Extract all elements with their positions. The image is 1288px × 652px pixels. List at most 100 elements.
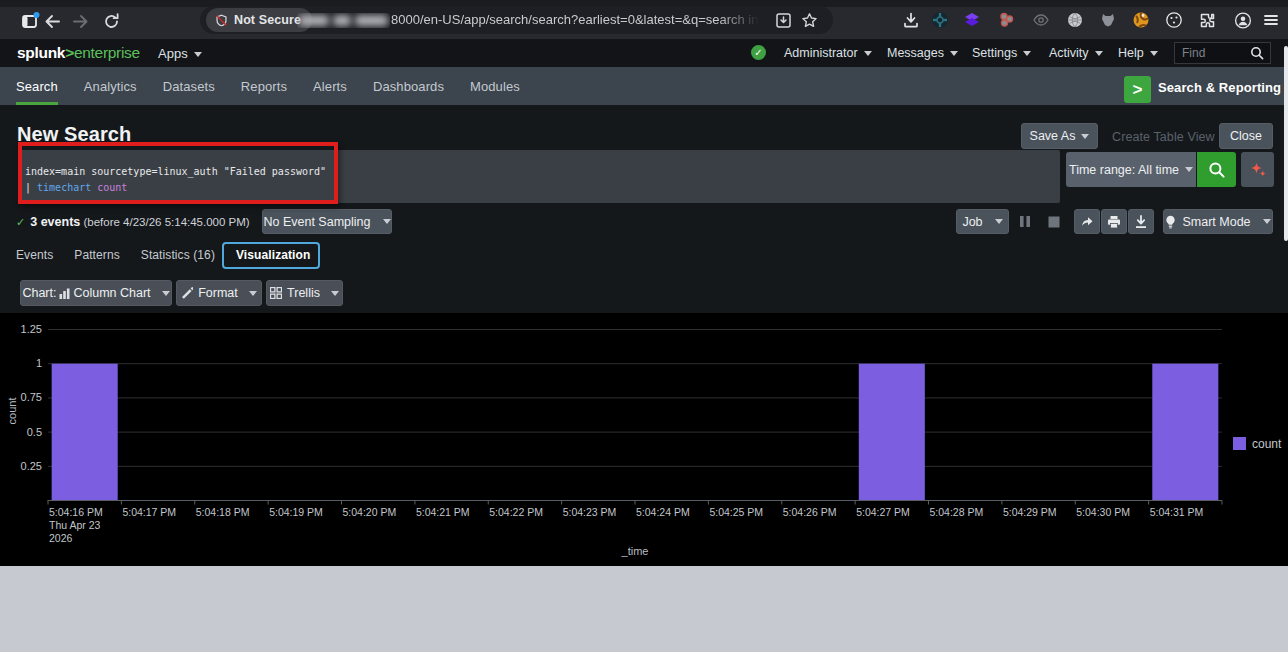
nav-item-alerts[interactable]: Alerts bbox=[313, 67, 347, 105]
topbar-menu-messages[interactable]: Messages bbox=[887, 46, 958, 60]
print-button[interactable] bbox=[1101, 209, 1127, 234]
chart-type-label: Column Chart bbox=[73, 286, 150, 300]
legend-swatch[interactable] bbox=[1233, 437, 1246, 450]
x-tick-label: 5:04:19 PM bbox=[269, 506, 323, 518]
time-range-picker[interactable]: Time range: All time bbox=[1066, 152, 1196, 187]
share-button[interactable] bbox=[1074, 209, 1100, 234]
job-menu-button[interactable]: Job bbox=[956, 209, 1009, 234]
reload-icon[interactable] bbox=[97, 7, 125, 35]
nav-item-datasets[interactable]: Datasets bbox=[163, 67, 215, 105]
topbar-menu-help[interactable]: Help bbox=[1118, 46, 1158, 60]
format-label: Format bbox=[198, 286, 238, 300]
install-icon[interactable] bbox=[773, 10, 793, 30]
events-summary: ✓3 events (before 4/23/26 5:14:45.000 PM… bbox=[16, 215, 250, 229]
extension-purple-layers-icon[interactable] bbox=[963, 11, 981, 29]
nav-item-modules[interactable]: Modules bbox=[470, 67, 520, 105]
nav-item-search[interactable]: Search bbox=[16, 67, 58, 105]
chevron-down-icon bbox=[995, 219, 1003, 224]
x-tick-label: 5:04:26 PM bbox=[783, 506, 837, 518]
lightbulb-icon bbox=[1165, 215, 1176, 229]
not-secure-label: Not Secure bbox=[234, 13, 301, 27]
extension-globe-icon[interactable] bbox=[1066, 11, 1084, 29]
create-table-view-button[interactable]: Create Table View bbox=[1112, 130, 1215, 144]
url-redacted-host bbox=[297, 13, 390, 28]
format-button[interactable]: Format bbox=[176, 280, 262, 306]
topbar-menu-settings[interactable]: Settings bbox=[972, 46, 1031, 60]
forward-icon[interactable] bbox=[66, 7, 94, 35]
extension-cookie-icon[interactable] bbox=[1165, 11, 1183, 29]
x-tick-sublabel: 2026 bbox=[49, 532, 73, 544]
save-as-button[interactable]: Save As bbox=[1021, 123, 1098, 149]
sparkle-icon bbox=[1248, 160, 1268, 180]
legend-label[interactable]: count bbox=[1252, 437, 1282, 451]
topbar-menu-administrator[interactable]: Administrator bbox=[784, 46, 872, 60]
nav-item-analytics[interactable]: Analytics bbox=[84, 67, 137, 105]
redaction-blur bbox=[333, 15, 351, 26]
menu-icon[interactable] bbox=[1262, 11, 1280, 29]
x-tick-label: 5:04:22 PM bbox=[489, 506, 543, 518]
events-detail: (before 4/23/26 5:14:45.000 PM) bbox=[83, 216, 249, 228]
chevron-down-icon bbox=[1095, 51, 1103, 56]
app-nav-bar: Search Analytics Datasets Reports Alerts Dash… bbox=[0, 67, 1288, 105]
chevron-down-icon bbox=[864, 51, 872, 56]
topbar-menu-activity[interactable]: Activity bbox=[1049, 46, 1103, 60]
scrollbar-thumb[interactable] bbox=[1284, 46, 1288, 241]
chevron-down-icon bbox=[162, 291, 170, 296]
column-chart[interactable]: 0.250.50.7511.255:04:16 PMThu Apr 232026… bbox=[0, 313, 1288, 566]
app-badge-icon[interactable]: > bbox=[1124, 76, 1151, 103]
tab-statistics-16-[interactable]: Statistics (16) bbox=[141, 248, 215, 262]
chevron-down-icon bbox=[950, 51, 958, 56]
export-button[interactable] bbox=[1128, 209, 1154, 234]
nav-item-reports[interactable]: Reports bbox=[241, 67, 287, 105]
tab-patterns[interactable]: Patterns bbox=[74, 248, 120, 262]
extension-red-dots-icon[interactable] bbox=[998, 11, 1016, 29]
bar-5:04:27 PM[interactable] bbox=[859, 364, 925, 501]
x-tick-label: 5:04:24 PM bbox=[636, 506, 690, 518]
shield-slash-icon bbox=[215, 14, 228, 27]
chart-panel: 0.250.50.7511.255:04:16 PMThu Apr 232026… bbox=[0, 313, 1288, 566]
trellis-button[interactable]: Trellis bbox=[266, 280, 343, 306]
extension-wolf-icon[interactable] bbox=[1099, 11, 1117, 29]
search-icon bbox=[1208, 161, 1226, 179]
close-button[interactable]: Close bbox=[1219, 123, 1273, 149]
search-icon[interactable] bbox=[1250, 46, 1264, 60]
printer-icon bbox=[1107, 215, 1121, 229]
extensions-puzzle-icon[interactable] bbox=[1198, 11, 1216, 29]
y-tick-label: 1 bbox=[36, 357, 42, 369]
x-tick-label: 5:04:23 PM bbox=[563, 506, 617, 518]
download-icon[interactable] bbox=[902, 11, 920, 29]
time-range-label: Time range: All time bbox=[1069, 163, 1179, 177]
ai-assistant-button[interactable] bbox=[1241, 152, 1274, 187]
nav-item-dashboards[interactable]: Dashboards bbox=[373, 67, 444, 105]
health-check-icon[interactable]: ✓ bbox=[751, 45, 766, 60]
smart-mode-button[interactable]: Smart Mode bbox=[1163, 209, 1273, 234]
app-badge-label: Search & Reporting bbox=[1158, 80, 1281, 95]
find-input[interactable]: Find bbox=[1174, 42, 1271, 64]
profile-avatar-icon[interactable] bbox=[1234, 11, 1252, 29]
extension-orange-ball-icon[interactable] bbox=[1132, 11, 1150, 29]
back-icon[interactable] bbox=[38, 7, 66, 35]
tab-events[interactable]: Events bbox=[16, 248, 53, 262]
search-submit-button[interactable] bbox=[1197, 152, 1236, 187]
browser-toolbar: Not Secure 8000/en-US/app/search/search?… bbox=[0, 0, 1288, 39]
pause-icon[interactable] bbox=[1017, 209, 1033, 234]
event-sampling-button[interactable]: No Event Sampling bbox=[262, 209, 392, 234]
extension-sphere-teal-icon[interactable] bbox=[931, 11, 949, 29]
close-label: Close bbox=[1230, 129, 1262, 143]
bar-5:04:16 PM[interactable] bbox=[52, 364, 118, 501]
stop-icon[interactable] bbox=[1046, 209, 1062, 234]
save-as-label: Save As bbox=[1030, 129, 1076, 143]
address-bar[interactable]: Not Secure 8000/en-US/app/search/search?… bbox=[200, 6, 833, 34]
y-tick-label: 0.75 bbox=[21, 391, 42, 403]
app-badge-glyph: > bbox=[1133, 80, 1143, 100]
y-tick-label: 1.25 bbox=[21, 323, 42, 335]
bar-5:04:31 PM[interactable] bbox=[1152, 364, 1218, 501]
y-tick-label: 0.25 bbox=[21, 460, 42, 472]
x-tick-label: 5:04:25 PM bbox=[709, 506, 763, 518]
chart-type-button[interactable]: Chart: Column Chart bbox=[20, 280, 172, 306]
extension-eye-icon[interactable] bbox=[1032, 11, 1050, 29]
chevron-down-icon bbox=[1263, 219, 1271, 224]
bookmark-star-icon[interactable] bbox=[799, 10, 819, 30]
annotation-highlight-box bbox=[18, 142, 338, 204]
url-text: 8000/en-US/app/search/search?earliest=0&… bbox=[391, 6, 763, 34]
